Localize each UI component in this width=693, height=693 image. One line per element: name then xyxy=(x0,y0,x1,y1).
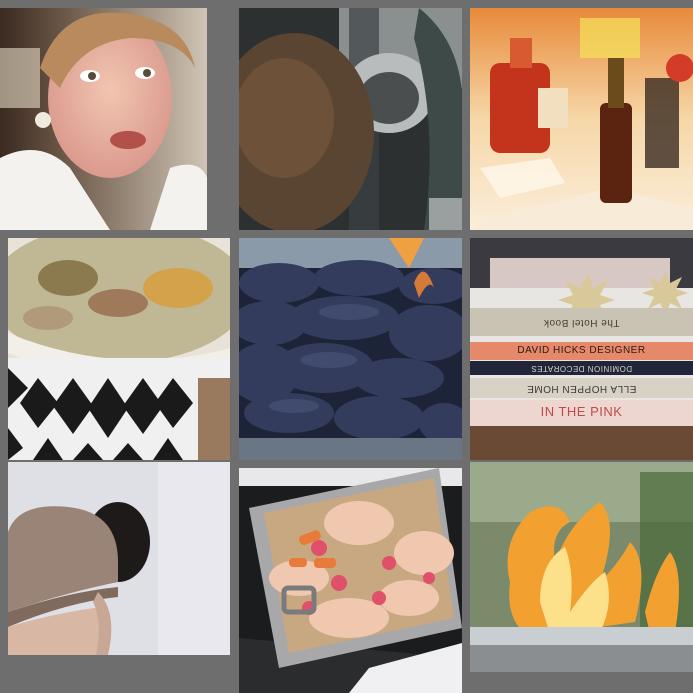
book-title-5: IN THE PINK xyxy=(540,404,623,419)
photo-tile-book-stack: The Hotel Book DAVID HICKS DESIGNER DOMI… xyxy=(470,238,693,460)
checkered-pot xyxy=(8,358,230,460)
book-title-2: DAVID HICKS DESIGNER xyxy=(517,345,646,356)
gas-flames-image xyxy=(470,462,693,672)
book-spine-2: DAVID HICKS DESIGNER xyxy=(470,342,693,360)
photo-tile-cook-in-cap xyxy=(8,462,230,655)
photo-tile-cast-iron-pans xyxy=(239,8,462,230)
book-title-1: The Hotel Book xyxy=(543,317,620,328)
book-spine-3: DOMINION DECORATES xyxy=(470,361,693,375)
woman-portrait-image xyxy=(0,8,207,230)
book-title-3: DOMINION DECORATES xyxy=(530,364,633,373)
cook-in-cap-image xyxy=(8,462,230,655)
photo-tile-roasting-pan xyxy=(239,468,462,693)
photo-tile-chicken-casserole xyxy=(8,238,230,460)
photo-tile-sauce-bottles xyxy=(470,8,693,230)
book-title-4: ELLA HOPPEN HOME xyxy=(526,383,637,394)
photo-tile-woman-portrait xyxy=(0,8,207,230)
book-spine-4: ELLA HOPPEN HOME xyxy=(470,378,693,398)
photo-tile-gas-flames xyxy=(470,462,693,672)
photo-tile-fire-pit-stones xyxy=(239,238,462,460)
book-spine-5: IN THE PINK xyxy=(470,400,693,426)
roasting-pan-image xyxy=(239,468,462,693)
sauce-bottles-image xyxy=(470,8,693,230)
book-spine-1: The Hotel Book xyxy=(470,308,693,336)
cast-iron-pans-image xyxy=(239,8,462,230)
chicken-casserole-image xyxy=(8,238,230,460)
fire-pit-stones-image xyxy=(239,238,462,460)
